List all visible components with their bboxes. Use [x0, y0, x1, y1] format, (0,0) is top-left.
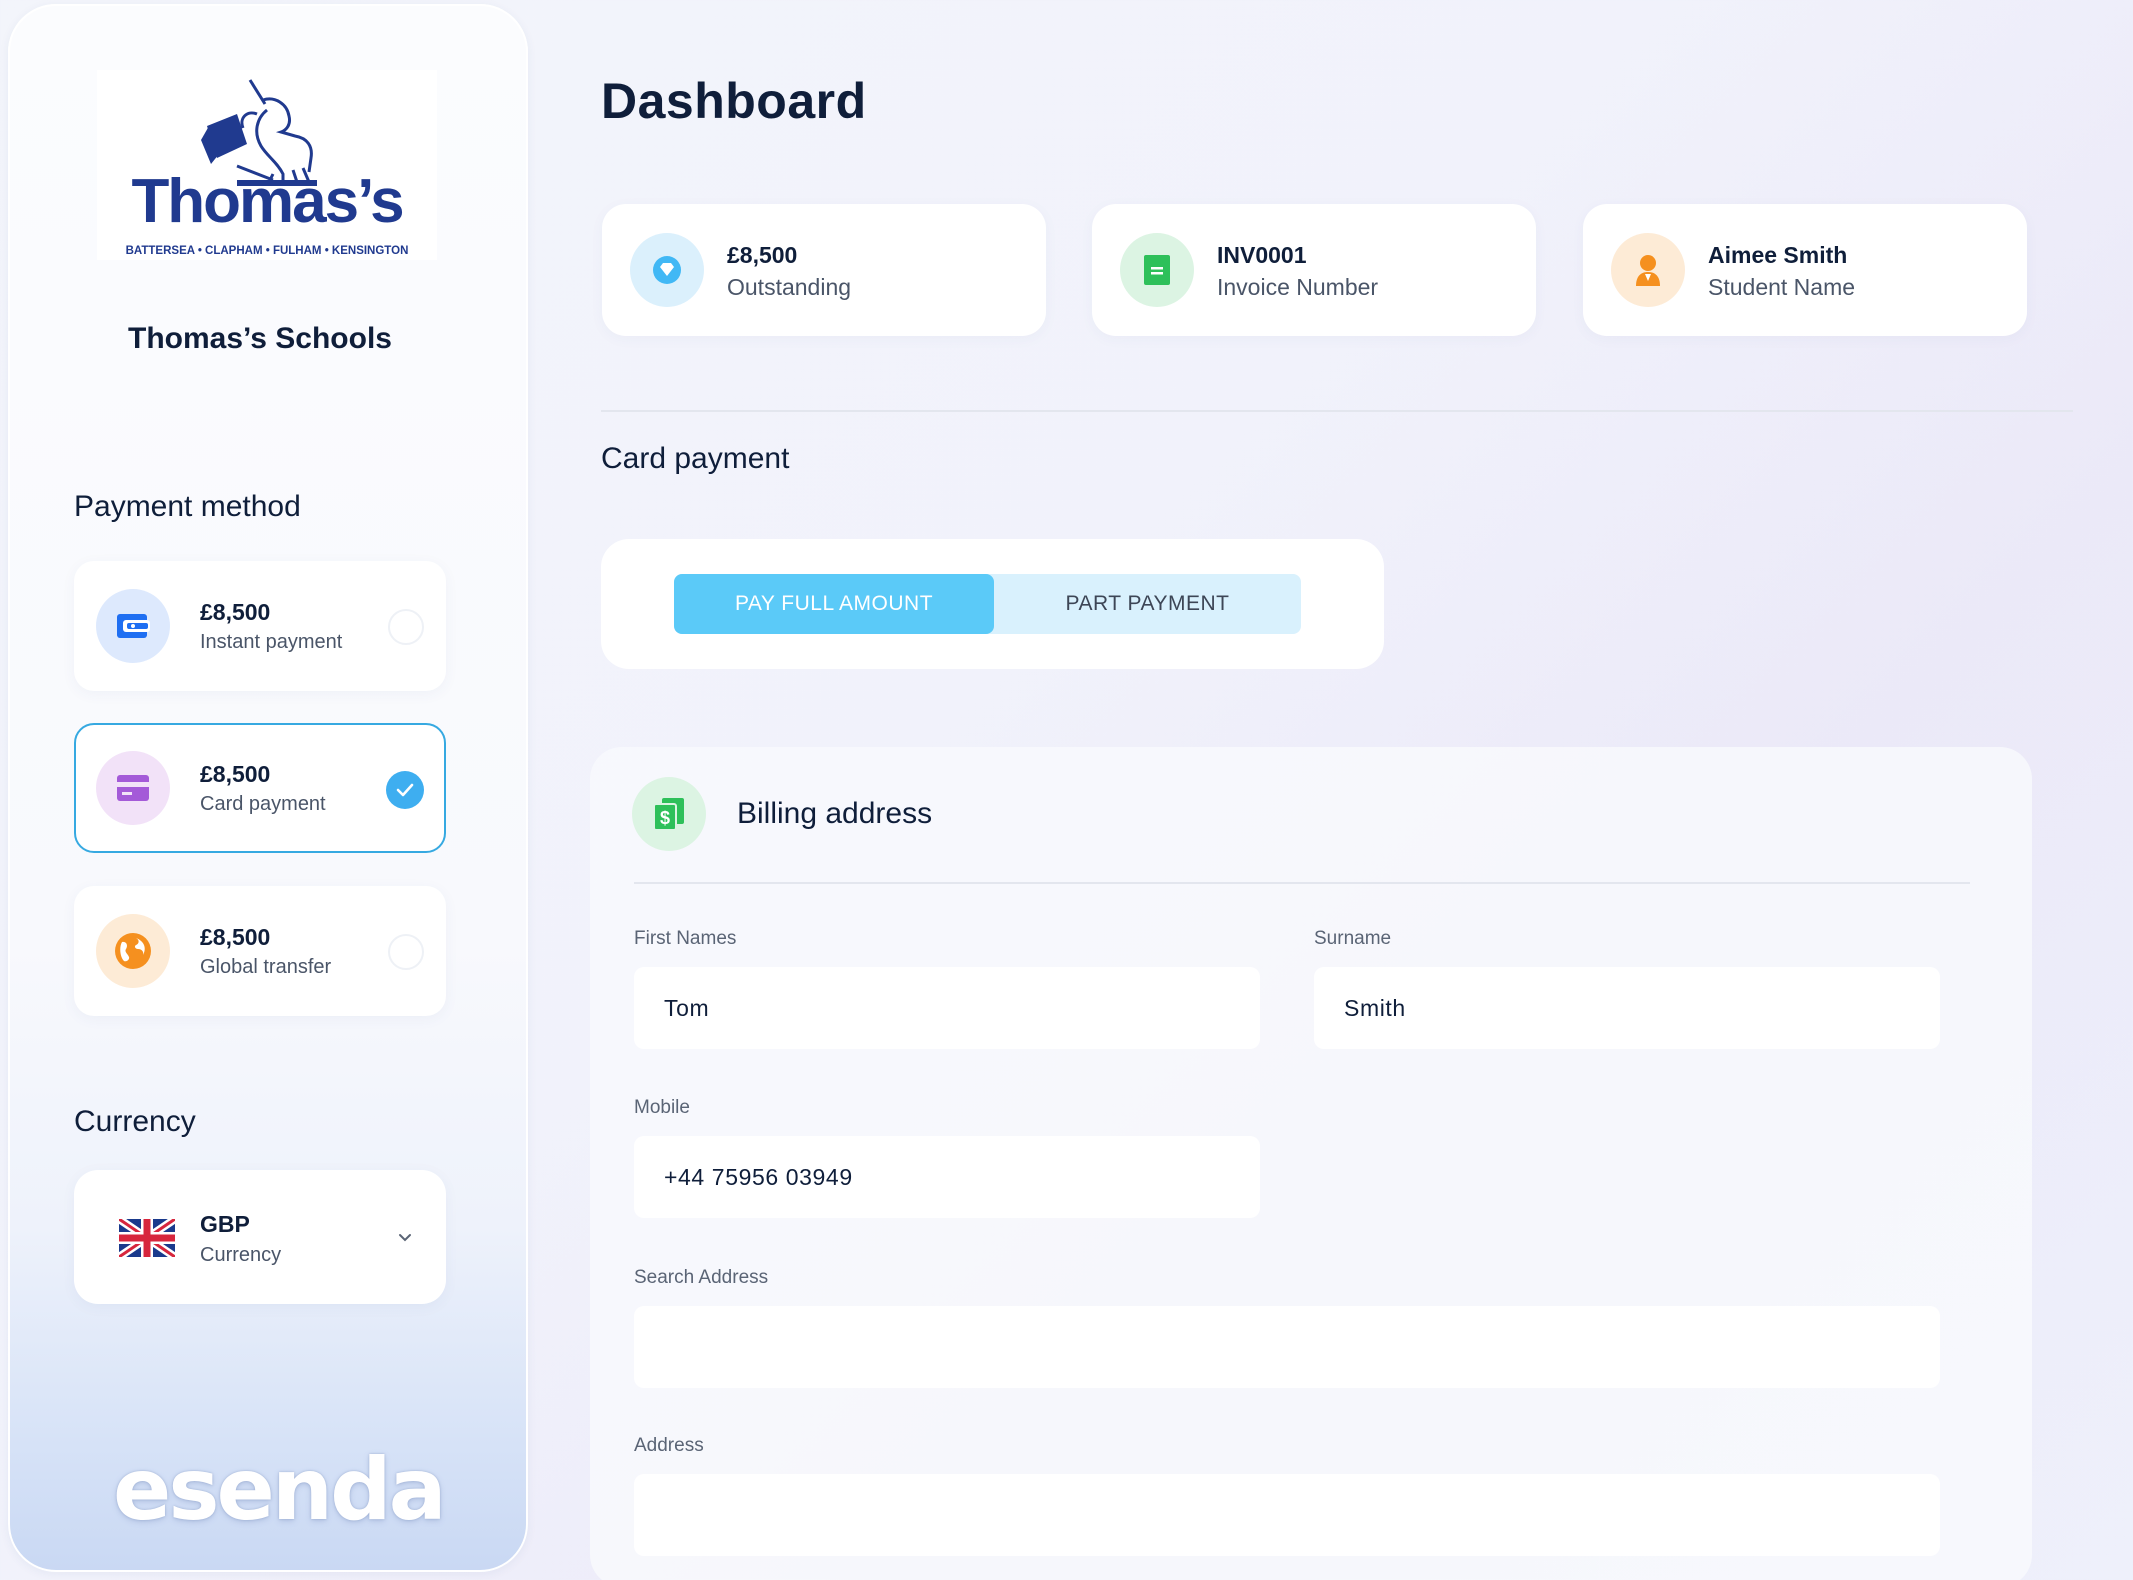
svg-text:BATTERSEA • CLAPHAM • FULHAM •: BATTERSEA • CLAPHAM • FULHAM • KENSINGTO… [126, 245, 409, 257]
payment-method-instant[interactable]: £8,500 Instant payment [74, 561, 446, 691]
currency-code: GBP [200, 1211, 250, 1237]
svg-text:$: $ [660, 808, 670, 828]
search-address-label: Search Address [634, 1267, 769, 1288]
surname-label: Surname [1314, 928, 1392, 949]
surname-field[interactable] [1314, 967, 1940, 1049]
stat-student: Aimee Smith Student Name [1583, 204, 2027, 336]
billing-title: Billing address [737, 797, 933, 830]
page-title: Dashboard [601, 73, 867, 129]
esenda-logo: esenda [113, 1440, 447, 1540]
mobile-field[interactable] [634, 1136, 1260, 1218]
document-icon [1120, 233, 1194, 307]
currency-select[interactable]: GBP Currency [74, 1170, 446, 1304]
check-icon[interactable] [386, 771, 424, 809]
money-icon: $ [632, 777, 706, 851]
payment-radio[interactable] [388, 934, 424, 970]
first-names-input[interactable] [634, 967, 1260, 1049]
address-label: Address [634, 1435, 704, 1456]
search-address-field[interactable] [634, 1306, 1940, 1388]
svg-text:Thomas’s: Thomas’s [131, 167, 402, 236]
stat-value: INV0001 [1217, 242, 1307, 268]
pay-full-amount-button[interactable]: PAY FULL AMOUNT [674, 574, 994, 634]
toggle-track: PAY FULL AMOUNT PART PAYMENT [674, 574, 1301, 634]
unicorn-crest-icon: Thomas’s BATTERSEA • CLAPHAM • FULHAM • … [126, 79, 409, 257]
address-field[interactable] [634, 1474, 1940, 1556]
first-names-field[interactable] [634, 967, 1260, 1049]
diamond-icon [630, 233, 704, 307]
chevron-down-icon[interactable] [398, 1230, 412, 1248]
payment-method-card[interactable]: £8,500 Card payment [74, 723, 446, 853]
mobile-input[interactable] [634, 1136, 1260, 1218]
payment-method-global[interactable]: £8,500 Global transfer [74, 886, 446, 1016]
payment-method-label: Global transfer [200, 956, 332, 978]
payment-radio[interactable] [388, 609, 424, 645]
section-title: Card payment [601, 442, 790, 475]
stat-invoice: INV0001 Invoice Number [1092, 204, 1536, 336]
stat-label: Invoice Number [1217, 274, 1379, 300]
stat-value: £8,500 [727, 242, 798, 268]
payment-amount-toggle: PAY FULL AMOUNT PART PAYMENT [601, 539, 1384, 669]
payment-method-label: Card payment [200, 793, 326, 815]
stat-outstanding: £8,500 Outstanding [602, 204, 1046, 336]
school-name: Thomas’s Schools [128, 322, 392, 355]
payment-method-heading: Payment method [74, 490, 301, 523]
payment-amount: £8,500 [200, 924, 271, 950]
divider [634, 882, 1970, 884]
person-icon [1611, 233, 1685, 307]
mobile-label: Mobile [634, 1097, 690, 1118]
payment-amount: £8,500 [200, 761, 271, 787]
stat-label: Student Name [1708, 274, 1856, 300]
divider [601, 410, 2073, 412]
uk-flag-icon [116, 1215, 178, 1262]
currency-heading: Currency [74, 1105, 196, 1138]
first-names-label: First Names [634, 928, 737, 949]
stat-label: Outstanding [727, 274, 852, 300]
globe-icon [96, 914, 170, 988]
surname-input[interactable] [1314, 967, 1940, 1049]
billing-address-form: $ Billing address First Names Surname Mo… [590, 747, 2032, 1580]
credit-card-icon [96, 751, 170, 825]
payment-amount: £8,500 [200, 599, 271, 625]
search-address-input[interactable] [634, 1306, 1940, 1388]
part-payment-button[interactable]: PART PAYMENT [994, 574, 1301, 634]
stat-value: Aimee Smith [1708, 242, 1848, 268]
currency-label: Currency [200, 1244, 282, 1266]
address-input[interactable] [634, 1474, 1940, 1556]
wallet-icon [96, 589, 170, 663]
payment-method-label: Instant payment [200, 631, 343, 653]
school-logo: Thomas’s BATTERSEA • CLAPHAM • FULHAM • … [97, 70, 437, 260]
